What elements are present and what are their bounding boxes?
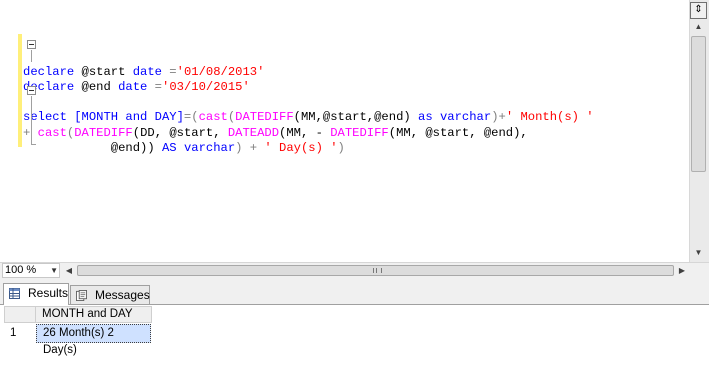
change-tracking-marker (18, 34, 22, 147)
vertical-scroll-thumb[interactable] (691, 36, 706, 172)
code-line[interactable]: select [MONTH and DAY]=(cast(DATEDIFF(MM… (23, 110, 594, 125)
row-number[interactable]: 1 (4, 324, 36, 343)
code-token: [MONTH and DAY] (66, 110, 184, 125)
code-line[interactable]: declare @start date ='01/08/2013' (23, 65, 594, 80)
code-token: ' Month(s) ' (505, 110, 594, 125)
zoom-dropdown[interactable]: 100 % ▼ (2, 263, 60, 278)
code-token: select (23, 110, 67, 125)
grid-icon (9, 288, 20, 299)
code-token: date (118, 79, 148, 94)
code-token: (MM, - (279, 125, 331, 140)
code-token: '03/10/2015' (162, 79, 250, 94)
tab-messages[interactable]: Messages (70, 285, 150, 306)
code-token: date (132, 64, 162, 79)
messages-icon (76, 290, 87, 301)
code-token: @end (74, 79, 119, 94)
code-token: AS (161, 141, 177, 156)
code-token: declare (23, 64, 75, 79)
code-token: varchar (183, 141, 236, 156)
code-token: @start (74, 64, 133, 79)
code-token: as (418, 110, 433, 125)
code-token: DATEADD (227, 125, 280, 140)
horizontal-scroll-thumb[interactable] (77, 265, 674, 276)
code-token: varchar (439, 110, 492, 125)
chevron-down-icon: ▼ (50, 266, 58, 275)
outline-line (31, 50, 32, 62)
code-token: DATEDIFF (235, 110, 294, 125)
code-token: )+ (491, 110, 506, 125)
code-line[interactable] (23, 95, 594, 110)
editor-gutter (0, 0, 17, 262)
code-token: = (147, 79, 162, 94)
code-token: DATEDIFF (74, 125, 133, 140)
column-header-label: MONTH and DAY (42, 308, 133, 320)
scroll-up-icon[interactable]: ▲ (691, 20, 706, 34)
code-line[interactable] (23, 34, 594, 49)
tab-messages-label: Messages (95, 288, 150, 302)
code-token: = (161, 64, 177, 79)
code-token: ' Day(s) ' (264, 141, 338, 156)
code-line[interactable]: + cast(DATEDIFF(DD, @start, DATEADD(MM, … (23, 126, 594, 141)
tab-results[interactable]: Results (3, 283, 69, 305)
outline-end (31, 144, 36, 145)
code-token: =( (183, 110, 199, 125)
tab-results-label: Results (28, 286, 69, 300)
result-cell[interactable]: 26 Month(s) 2 Day(s) (36, 324, 151, 356)
code-token: cast (198, 110, 228, 125)
zoom-value: 100 % (5, 264, 37, 276)
query-editor[interactable]: declare @start date ='01/08/2013' declare… (0, 0, 709, 262)
code-token: @end)) (23, 141, 162, 156)
code-token: (DD, @start, (132, 125, 228, 140)
grid-corner (4, 306, 36, 323)
code-token: ) + (235, 141, 265, 156)
collapse-icon[interactable] (27, 86, 36, 95)
code-line[interactable]: declare @end date ='03/10/2015' (23, 80, 594, 95)
code-token: DATEDIFF (330, 125, 389, 140)
code-token: (MM, @start, @end), (388, 125, 528, 140)
code-token: (MM,@start,@end) (293, 110, 419, 125)
outline-line (31, 96, 32, 144)
column-header[interactable]: MONTH and DAY (35, 306, 152, 323)
code-token: '01/08/2013' (176, 64, 265, 79)
grip-icon (372, 268, 382, 273)
code-token: ) (337, 141, 345, 156)
split-icon[interactable]: ⇕ (690, 2, 707, 19)
code-area[interactable]: declare @start date ='01/08/2013' declare… (23, 34, 594, 156)
scroll-right-icon[interactable]: ▶ (676, 264, 688, 277)
code-line[interactable]: @end)) AS varchar) + ' Day(s) ') (23, 141, 594, 156)
collapse-icon[interactable] (27, 40, 36, 49)
scroll-left-icon[interactable]: ◀ (63, 264, 75, 277)
code-line[interactable] (23, 49, 594, 64)
code-token: cast (37, 125, 67, 140)
scroll-down-icon[interactable]: ▼ (691, 246, 706, 260)
